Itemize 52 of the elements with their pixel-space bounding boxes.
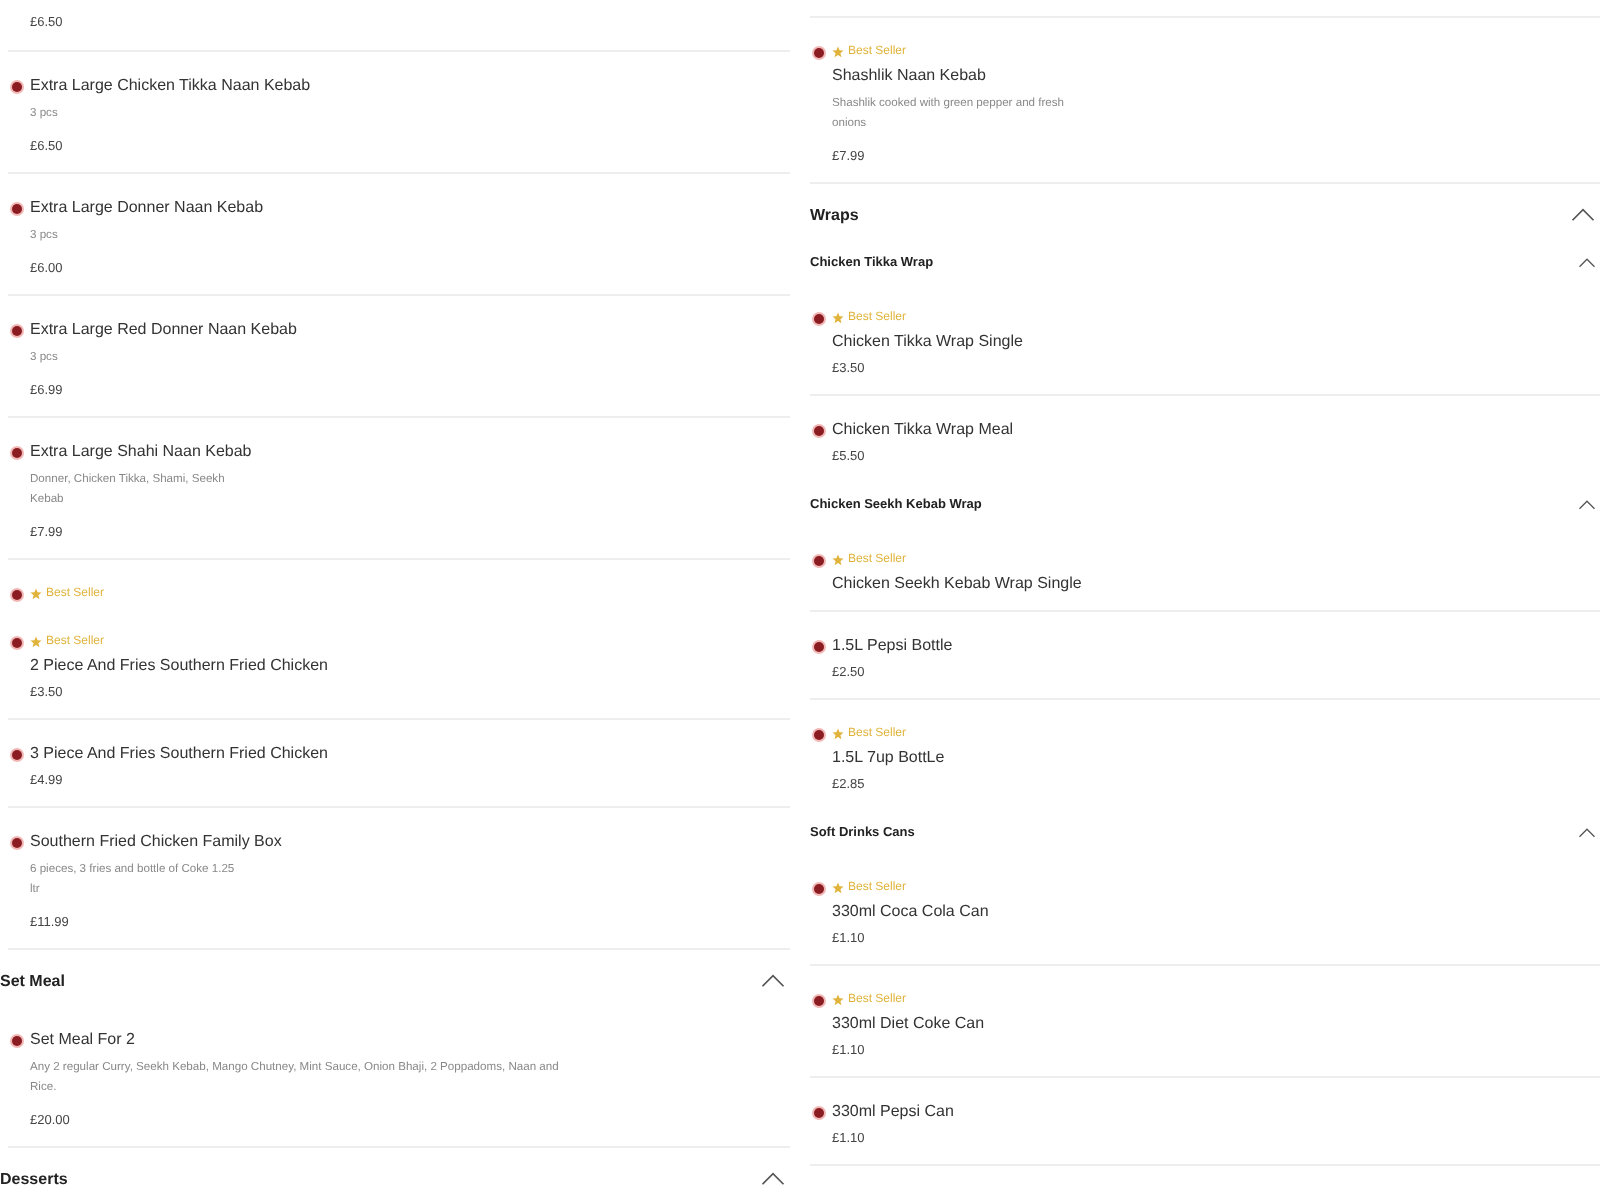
chevron-up-icon[interactable] [760, 973, 786, 987]
item-name[interactable]: Extra Large Shahi Naan Kebab [30, 440, 252, 464]
veg-dot-icon [814, 641, 824, 651]
item-name[interactable]: 1.5L Pepsi Bottle [832, 634, 953, 658]
veg-dot-icon [814, 729, 824, 739]
item-name[interactable]: Extra Large Chicken Tikka Naan Kebab [30, 74, 311, 98]
item-name[interactable]: Chicken Tikka Wrap Meal [832, 418, 1014, 442]
veg-dot-icon [12, 837, 22, 847]
star-icon [832, 882, 844, 894]
star-icon [30, 588, 42, 600]
veg-dot-icon [12, 203, 22, 213]
veg-dot-icon [12, 81, 22, 91]
veg-dot-icon [814, 425, 824, 435]
item-name[interactable]: Extra Large Red Donner Naan Kebab [30, 318, 297, 342]
veg-dot-icon [12, 325, 22, 335]
item-name[interactable]: 330ml Diet Coke Can [810, 1012, 1600, 1036]
star-icon [832, 554, 844, 566]
category-title: Wraps [810, 205, 859, 223]
category-title: Desserts [0, 1169, 68, 1187]
chevron-up-icon[interactable] [1578, 499, 1596, 509]
item-name[interactable]: Extra Large Donner Naan Kebab [30, 196, 264, 220]
veg-dot-icon [12, 589, 22, 599]
item-name[interactable]: 330ml Pepsi Can [832, 1100, 954, 1124]
category-title: Set Meal [0, 971, 65, 989]
star-icon [832, 312, 844, 324]
chevron-up-icon[interactable] [760, 1171, 786, 1185]
item-name[interactable]: Chicken Seekh Kebab Wrap Single [810, 572, 1600, 596]
veg-dot-icon [814, 883, 824, 893]
chevron-up-icon[interactable] [1570, 207, 1596, 221]
item-name[interactable]: Shashlik Naan Kebab [810, 64, 1600, 88]
item-name[interactable]: Set Meal For 2 [30, 1028, 135, 1052]
item-name[interactable]: Chicken Tikka Wrap Single [810, 330, 1600, 354]
veg-dot-icon [814, 555, 824, 565]
star-icon [832, 728, 844, 740]
chevron-up-icon[interactable] [1578, 257, 1596, 267]
item-name[interactable]: 330ml Coca Cola Can [810, 900, 1600, 924]
veg-dot-icon [814, 313, 824, 323]
star-icon [832, 994, 844, 1006]
veg-dot-icon [12, 637, 22, 647]
item-name[interactable]: Southern Fried Chicken Family Box [30, 830, 282, 854]
veg-dot-icon [814, 1107, 824, 1117]
item-name[interactable]: 1.5L 7up BottLe [810, 746, 1600, 770]
veg-dot-icon [814, 995, 824, 1005]
veg-dot-icon [814, 47, 824, 57]
chevron-up-icon[interactable] [1578, 827, 1596, 837]
item-name[interactable]: 3 Piece And Fries Southern Fried Chicken [30, 742, 328, 766]
star-icon [832, 46, 844, 58]
veg-dot-icon [12, 749, 22, 759]
item-name[interactable]: 2 Piece And Fries Southern Fried Chicken [8, 654, 790, 678]
star-icon [30, 636, 42, 648]
veg-dot-icon [12, 447, 22, 457]
veg-dot-icon [12, 1035, 22, 1045]
